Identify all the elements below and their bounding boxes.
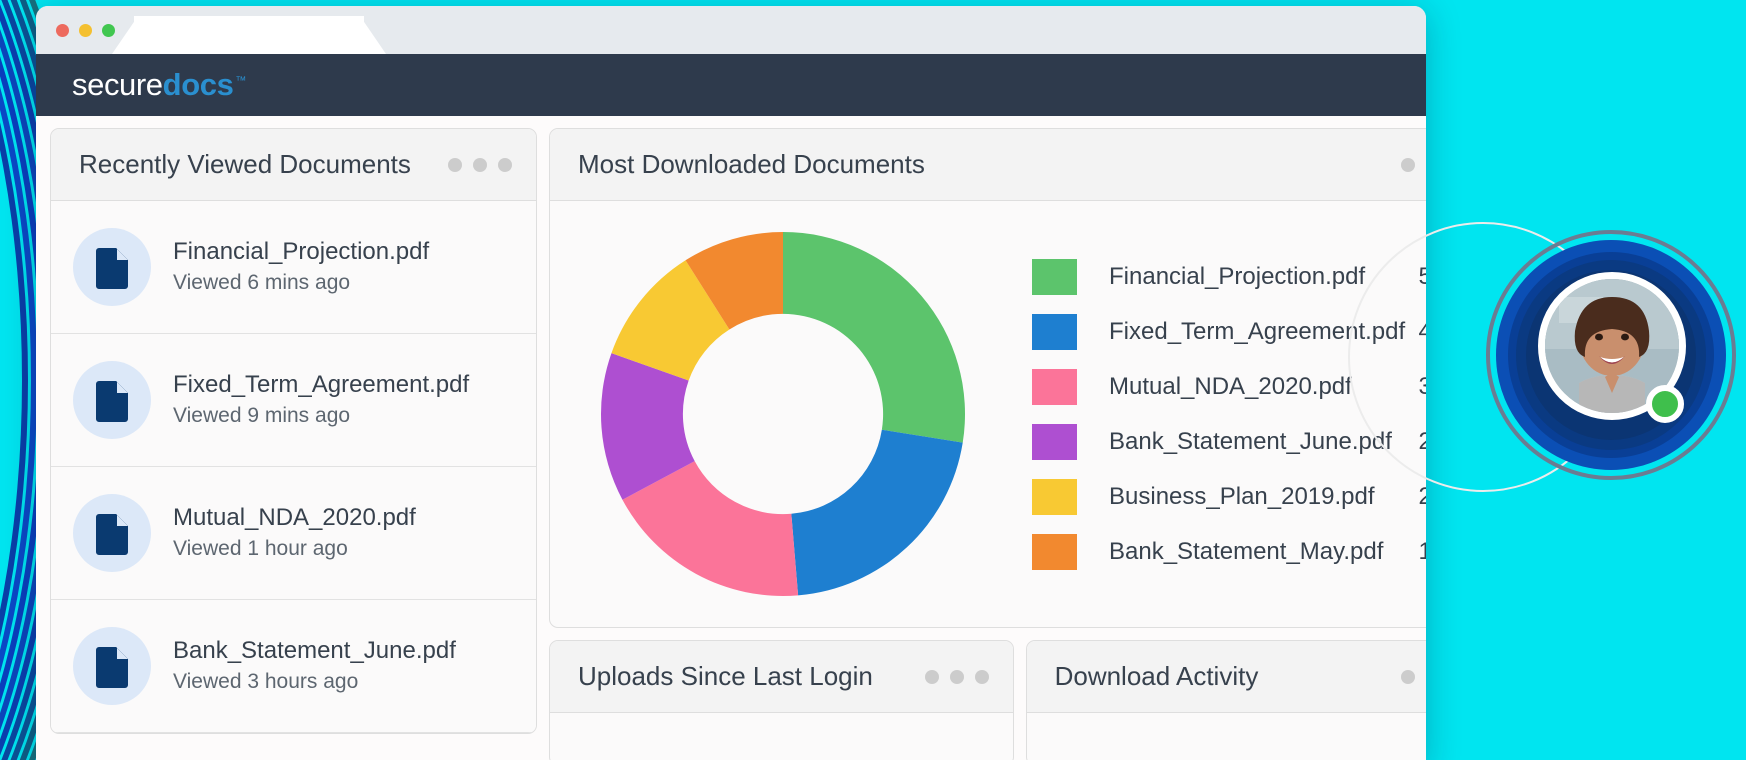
most-downloaded-header: Most Downloaded Documents [550, 129, 1426, 201]
document-meta: Viewed 9 mins ago [173, 404, 351, 428]
securedocs-logo[interactable]: securedocs ™ [72, 67, 246, 103]
uploads-title: Uploads Since Last Login [578, 661, 873, 691]
donut-slice[interactable] [791, 429, 963, 596]
dot [473, 157, 487, 172]
legend-swatch [1032, 423, 1077, 460]
uploads-header: Uploads Since Last Login [550, 641, 1013, 713]
most-downloaded-title: Most Downloaded Documents [578, 149, 925, 179]
chart-body: Financial_Projection.pdf52Fixed_Term_Agr… [550, 201, 1426, 627]
online-status-dot [1646, 385, 1684, 423]
dot [949, 669, 964, 684]
legend-swatch [1032, 533, 1077, 570]
donut-slice[interactable] [783, 232, 965, 443]
legend-swatch [1032, 478, 1077, 515]
user-presence-widget[interactable] [1486, 230, 1736, 480]
main-column: Most Downloaded Documents Financial_Proj… [549, 128, 1426, 760]
window-controls[interactable] [56, 24, 115, 37]
document-icon [73, 361, 151, 439]
download-activity-title: Download Activity [1054, 661, 1259, 691]
minimize-button[interactable] [79, 24, 92, 37]
document-name: Fixed_Term_Agreement.pdf [173, 371, 470, 399]
recently-viewed-list: Financial_Projection.pdf Viewed 6 mins ag… [51, 201, 536, 733]
maximize-button[interactable] [102, 24, 115, 37]
legend-swatch [1032, 313, 1077, 350]
document-meta: Viewed 3 hours ago [173, 670, 359, 694]
list-item[interactable]: Fixed_Term_Agreement.pdf Viewed 9 mins ag… [51, 334, 536, 467]
recently-viewed-header: Recently Viewed Documents [51, 129, 536, 201]
download-activity-card: Download Activity [1025, 640, 1426, 760]
uploads-since-last-login-card: Uploads Since Last Login [549, 640, 1014, 760]
document-name: Financial_Projection.pdf [173, 238, 430, 266]
three-dots-icon[interactable] [1401, 669, 1426, 684]
document-icon [73, 228, 151, 306]
browser-chrome [36, 6, 1426, 54]
most-downloaded-card: Most Downloaded Documents Financial_Proj… [549, 128, 1426, 628]
logo-text-docs: docs [162, 67, 234, 102]
logo-text-secure: secure [72, 67, 163, 102]
bottom-panels: Uploads Since Last Login Download Activi… [549, 640, 1426, 760]
list-item[interactable]: Bank_Statement_June.pdf Viewed 3 hours ag… [51, 600, 536, 733]
recently-viewed-column: Recently Viewed Documents Financial_Proj… [50, 128, 537, 760]
dot [498, 157, 512, 172]
legend-item[interactable]: Bank_Statement_May.pdf 17 [1032, 524, 1426, 579]
legend-swatch [1032, 258, 1077, 295]
document-icon [73, 494, 151, 572]
legend-label: Bank_Statement_June.pdf [1109, 427, 1392, 455]
legend-swatch [1032, 368, 1077, 405]
browser-tab[interactable] [134, 16, 364, 54]
three-dots-icon[interactable] [924, 669, 989, 684]
dot [1401, 669, 1416, 684]
donut-chart-svg [601, 232, 965, 596]
legend-label: Bank_Statement_May.pdf [1109, 537, 1384, 565]
download-activity-header: Download Activity [1026, 641, 1426, 713]
dot [448, 157, 462, 172]
three-dots-icon[interactable] [1401, 157, 1426, 172]
dot [924, 669, 939, 684]
recently-viewed-title: Recently Viewed Documents [79, 149, 411, 179]
browser-window: securedocs ™ Recently Viewed Documents Fi… [36, 6, 1426, 760]
logo-trademark: ™ [235, 74, 247, 87]
donut-chart [568, 229, 998, 599]
document-meta: Viewed 6 mins ago [173, 271, 351, 295]
legend-label: Business_Plan_2019.pdf [1109, 482, 1375, 510]
document-name: Mutual_NDA_2020.pdf [173, 504, 416, 532]
close-button[interactable] [56, 24, 69, 37]
document-icon [73, 627, 151, 705]
legend-label: Financial_Projection.pdf [1109, 262, 1366, 290]
app-header: securedocs ™ [36, 54, 1426, 116]
legend-value: 20 [1405, 483, 1426, 511]
list-item[interactable]: Financial_Projection.pdf Viewed 6 mins ag… [51, 201, 536, 334]
dot [974, 669, 989, 684]
document-meta: Viewed 1 hour ago [173, 537, 348, 561]
recently-viewed-card: Recently Viewed Documents Financial_Proj… [50, 128, 537, 734]
list-item[interactable]: Mutual_NDA_2020.pdf Viewed 1 hour ago [51, 467, 536, 600]
dashboard-content: Recently Viewed Documents Financial_Proj… [36, 116, 1426, 760]
three-dots-icon[interactable] [448, 157, 512, 172]
legend-item[interactable]: Business_Plan_2019.pdf 20 [1032, 469, 1426, 524]
legend-value: 17 [1405, 538, 1426, 566]
document-name: Bank_Statement_June.pdf [173, 637, 456, 665]
dot [1401, 157, 1416, 172]
